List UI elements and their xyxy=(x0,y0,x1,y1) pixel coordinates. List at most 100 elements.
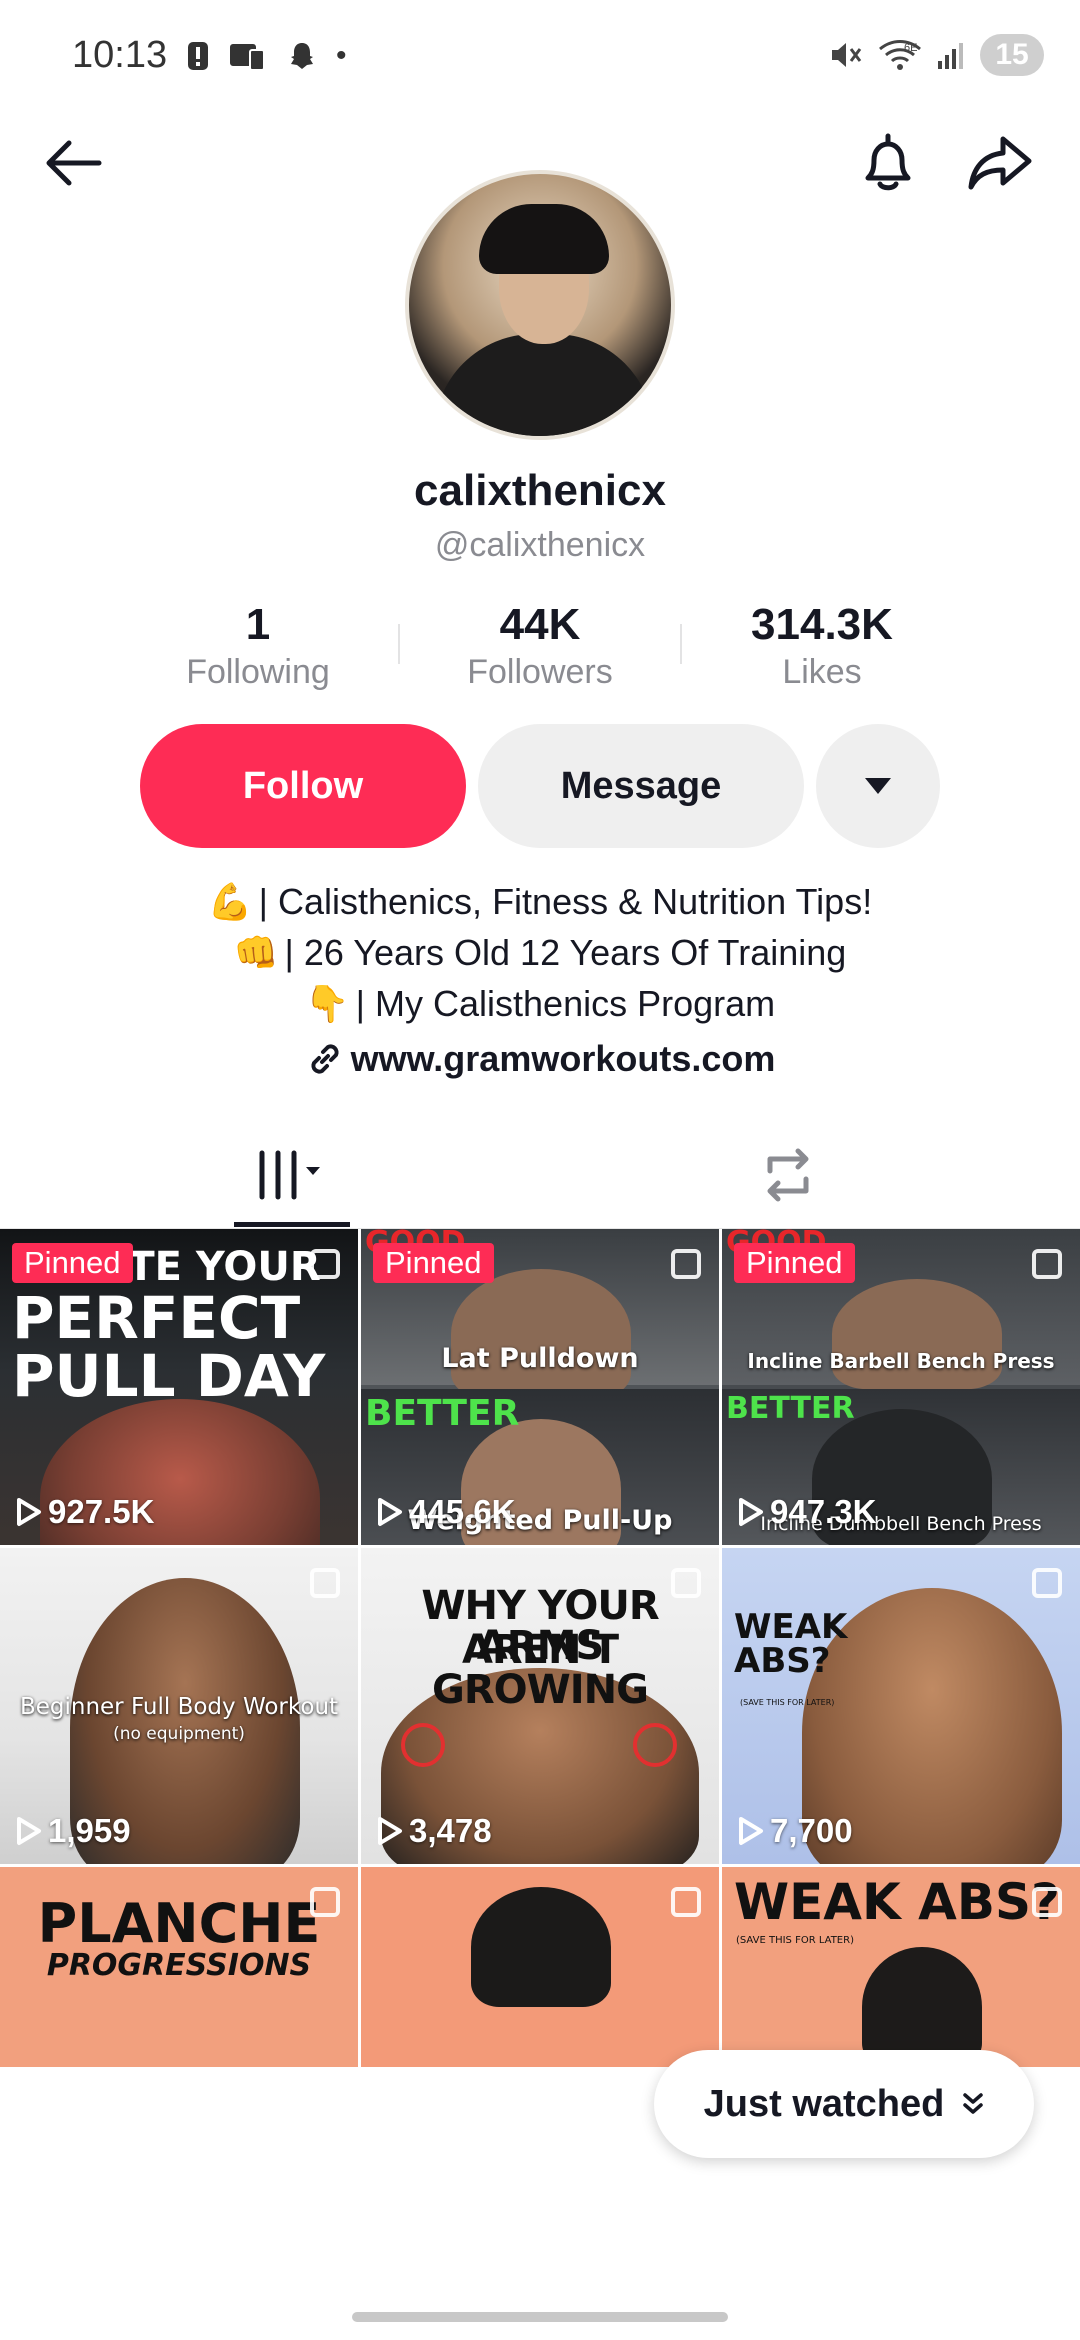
battery-indicator: 15 xyxy=(980,34,1044,76)
back-button[interactable] xyxy=(28,118,118,208)
status-system-icons: 6E 15 xyxy=(828,34,1044,76)
tab-reposts[interactable] xyxy=(730,1120,846,1230)
alert-icon xyxy=(188,42,208,70)
share-button[interactable] xyxy=(955,118,1045,208)
multi-select-icon[interactable] xyxy=(1032,1568,1062,1598)
just-watched-label: Just watched xyxy=(703,2082,945,2125)
bell-icon xyxy=(865,133,911,191)
multi-select-icon[interactable] xyxy=(310,1568,340,1598)
double-chevron-down-icon xyxy=(963,2093,984,2114)
link-icon xyxy=(311,1044,339,1074)
just-watched-button[interactable]: Just watched xyxy=(654,2050,1034,2158)
play-icon xyxy=(378,1817,402,1845)
video-title: WEAK ABS? xyxy=(734,1873,1060,1931)
view-count: 1,959 xyxy=(48,1812,131,1849)
video-thumbnail-figure xyxy=(451,1269,631,1399)
multi-select-icon[interactable] xyxy=(1032,1887,1062,1917)
display-name: calixthenicx xyxy=(414,466,666,515)
device-icon xyxy=(230,44,265,71)
status-notification-icons: • xyxy=(186,40,347,72)
caret-down-icon xyxy=(865,778,891,794)
video-thumbnail-figure xyxy=(471,1887,611,2007)
notification-button[interactable] xyxy=(843,118,933,208)
video-tile[interactable]: Beginner Full Body Workout (no equipment… xyxy=(0,1548,358,1864)
stat-likes-label: Likes xyxy=(782,653,862,691)
status-bar: 10:13 • 6E 15 xyxy=(0,0,1080,110)
video-subtitle: (no equipment) xyxy=(113,1724,245,1744)
wifi-icon: 6E xyxy=(879,40,921,70)
video-thumbnail-figure xyxy=(862,1947,982,2067)
back-arrow-icon xyxy=(46,140,102,186)
video-subtitle: (SAVE THIS FOR LATER) xyxy=(736,1935,854,1946)
share-icon xyxy=(968,136,1032,190)
repost-icon xyxy=(767,1148,809,1202)
stat-followers-label: Followers xyxy=(467,653,613,691)
signal-icon xyxy=(938,43,963,69)
video-tile[interactable]: CREATE YOUR PERFECT PULL DAY Pinned 927.… xyxy=(0,1229,358,1545)
video-title: PERFECT PULL DAY xyxy=(12,1284,326,1410)
highlight-circle xyxy=(401,1723,445,1767)
stat-divider xyxy=(398,624,400,664)
bio-link-text: www.gramworkouts.com xyxy=(350,1038,776,1079)
bio-line-text: | Calisthenics, Fitness & Nutrition Tips… xyxy=(258,881,873,922)
pinned-badge: Pinned xyxy=(734,1243,855,1283)
suggested-accounts-button[interactable] xyxy=(816,724,940,848)
video-subtitle: (SAVE THIS FOR LATER) xyxy=(740,1698,835,1707)
avatar[interactable] xyxy=(405,170,675,440)
multi-select-icon[interactable] xyxy=(671,1249,701,1279)
bio: 💪 | Calisthenics, Fitness & Nutrition Tip… xyxy=(0,876,1080,1029)
highlight-circle xyxy=(633,1723,677,1767)
stat-followers-value: 44K xyxy=(499,600,581,649)
stat-following[interactable]: 1 Following xyxy=(158,600,358,694)
multi-select-icon[interactable] xyxy=(310,1249,340,1279)
view-count: 947.3K xyxy=(770,1493,877,1530)
video-tile[interactable]: PLANCHE PROGRESSIONS xyxy=(0,1867,358,2067)
follow-button[interactable]: Follow xyxy=(140,724,466,848)
play-icon xyxy=(17,1817,41,1845)
view-count: 927.5K xyxy=(48,1493,155,1530)
stat-likes[interactable]: 314.3K Likes xyxy=(712,600,932,694)
video-views: 445.6K xyxy=(377,1493,515,1531)
video-caption-top: Lat Pulldown xyxy=(441,1343,639,1374)
video-tile[interactable]: WEAK ABS? (SAVE THIS FOR LATER) xyxy=(722,1867,1080,2067)
video-tag-bottom: BETTER xyxy=(726,1391,855,1426)
video-tag-bottom: BETTER xyxy=(365,1393,520,1434)
video-tile[interactable]: GOOD Lat Pulldown BETTER Weighted Pull-U… xyxy=(361,1229,719,1545)
video-title: Beginner Full Body Workout xyxy=(19,1694,339,1720)
flexed-biceps-icon: 💪 xyxy=(207,881,253,922)
multi-select-icon[interactable] xyxy=(310,1887,340,1917)
bio-line-text: | 26 Years Old 12 Years Of Training xyxy=(284,932,847,973)
video-title: PLANCHE xyxy=(37,1892,321,1955)
multi-select-icon[interactable] xyxy=(671,1887,701,1917)
tab-videos[interactable] xyxy=(234,1120,350,1230)
stat-following-value: 1 xyxy=(245,600,271,649)
video-tile[interactable]: WHY YOUR ARMS AREN'T GROWING 3,478 xyxy=(361,1548,719,1864)
video-tile[interactable] xyxy=(361,1867,719,2067)
dot-icon: • xyxy=(336,39,347,72)
video-title-line2: AREN'T GROWING xyxy=(432,1627,649,1713)
play-icon xyxy=(739,1817,763,1845)
pointing-down-icon: 👇 xyxy=(304,983,350,1024)
video-caption-top: Incline Barbell Bench Press xyxy=(747,1349,1055,1373)
video-views: 3,478 xyxy=(377,1812,492,1850)
bio-link[interactable]: www.gramworkouts.com xyxy=(0,1038,1080,1080)
multi-select-icon[interactable] xyxy=(1032,1249,1062,1279)
username-handle: @calixthenicx xyxy=(434,526,646,564)
bio-line: 👊 | 26 Years Old 12 Years Of Training xyxy=(0,927,1080,978)
avatar-hair xyxy=(479,204,609,274)
video-views: 947.3K xyxy=(738,1493,876,1531)
svg-text:6E: 6E xyxy=(904,42,917,54)
stat-followers[interactable]: 44K Followers xyxy=(440,600,640,694)
view-count: 445.6K xyxy=(409,1493,516,1530)
bio-line-text: | My Calisthenics Program xyxy=(355,983,776,1024)
stat-likes-value: 314.3K xyxy=(751,600,893,649)
video-tile[interactable]: GOOD Incline Barbell Bench Press BETTER … xyxy=(722,1229,1080,1545)
video-tile[interactable]: WEAK ABS? (SAVE THIS FOR LATER) 7,700 xyxy=(722,1548,1080,1864)
play-icon xyxy=(739,1498,763,1526)
status-time: 10:13 xyxy=(72,34,168,76)
message-button[interactable]: Message xyxy=(478,724,804,848)
view-count: 3,478 xyxy=(409,1812,492,1849)
multi-select-icon[interactable] xyxy=(671,1568,701,1598)
video-views: 7,700 xyxy=(738,1812,853,1850)
home-indicator[interactable] xyxy=(352,2312,728,2322)
